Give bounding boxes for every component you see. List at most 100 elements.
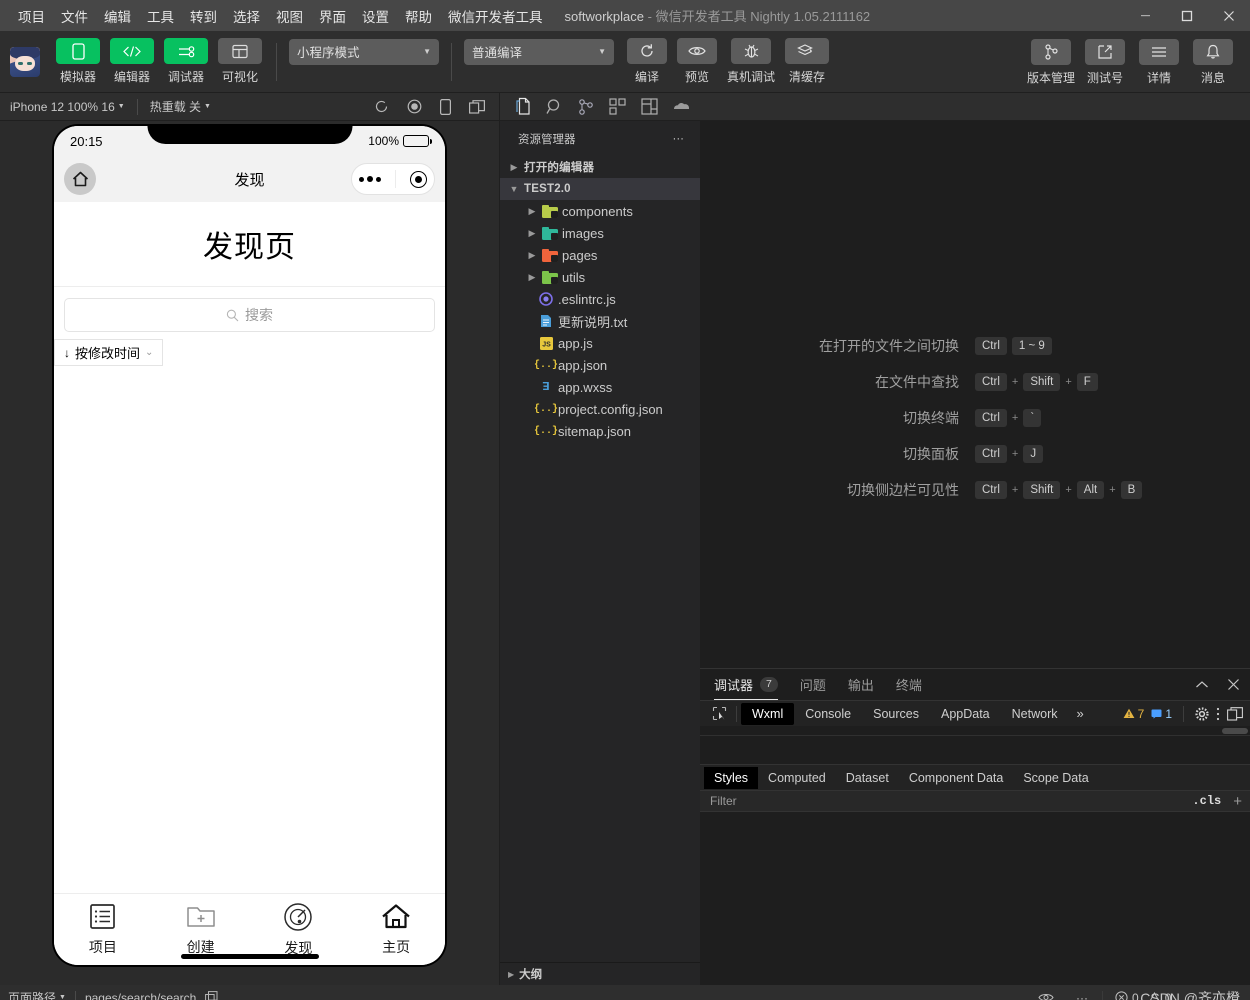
styles-filter-input[interactable]: Filter: [710, 794, 1192, 808]
menu-item-settings[interactable]: 设置: [354, 2, 397, 30]
info-count[interactable]: 1: [1151, 707, 1172, 721]
device-frame-icon[interactable]: [440, 98, 451, 115]
file-app-json[interactable]: {..} app.json: [500, 354, 700, 376]
menu-item-view[interactable]: 视图: [268, 2, 311, 30]
source-control-icon[interactable]: [578, 98, 595, 116]
explorer-more-icon[interactable]: ···: [673, 133, 685, 145]
gear-icon[interactable]: [1195, 706, 1209, 721]
more-dots-icon[interactable]: [359, 176, 381, 182]
editor-toggle-button[interactable]: 编辑器: [108, 38, 156, 85]
devtools-tab-network[interactable]: Network: [1001, 703, 1069, 725]
file-eslintrc[interactable]: .eslintrc.js: [500, 288, 700, 310]
shortcut-label: 在文件中查找: [875, 374, 959, 390]
more-vertical-icon[interactable]: [1216, 707, 1220, 721]
record-icon[interactable]: [407, 99, 422, 114]
hot-reload-select[interactable]: 热重载 关 ▼: [150, 98, 211, 115]
project-root-section[interactable]: ▼ TEST2.0: [500, 178, 700, 200]
menu-item-select[interactable]: 选择: [225, 2, 268, 30]
styles-tab-scope-data[interactable]: Scope Data: [1013, 767, 1098, 789]
home-button[interactable]: [64, 163, 96, 195]
minimize-button[interactable]: [1124, 0, 1166, 31]
folder-pages[interactable]: ▶ pages: [500, 244, 700, 266]
search-icon[interactable]: [546, 98, 564, 116]
real-device-debug-button[interactable]: 真机调试: [722, 38, 780, 85]
clear-cache-label: 清缓存: [788, 70, 825, 84]
add-style-rule-icon[interactable]: +: [1233, 793, 1250, 810]
compile-select[interactable]: 普通编译 ▼: [464, 38, 614, 65]
devtools-tab-wxml[interactable]: Wxml: [741, 702, 795, 725]
tab-discover[interactable]: 发现: [250, 902, 348, 958]
styles-tab-component-data[interactable]: Component Data: [899, 767, 1014, 789]
debugger-tab-terminal[interactable]: 终端: [896, 669, 922, 700]
menu-item-goto[interactable]: 转到: [182, 2, 225, 30]
simulator-toggle-button[interactable]: 模拟器: [54, 38, 102, 85]
folder-components[interactable]: ▶ components: [500, 200, 700, 222]
styles-tab-dataset[interactable]: Dataset: [836, 767, 899, 789]
debugger-toggle-button[interactable]: 调试器: [162, 38, 210, 85]
close-button[interactable]: [1208, 0, 1250, 31]
devtools-overflow-icon[interactable]: »: [1068, 706, 1091, 721]
search-input[interactable]: 搜索: [64, 298, 435, 332]
layout-icon[interactable]: [641, 98, 658, 115]
open-editors-section[interactable]: ▶ 打开的编辑器: [500, 156, 700, 178]
user-avatar[interactable]: [10, 46, 40, 77]
menu-item-file[interactable]: 文件: [53, 2, 96, 30]
close-mini-program-icon[interactable]: [410, 170, 427, 188]
device-select[interactable]: iPhone 12 100% 16 ▼: [10, 100, 125, 114]
status-more-icon[interactable]: ···: [1076, 991, 1088, 1000]
capsule-menu[interactable]: [351, 163, 435, 195]
menu-item-interface[interactable]: 界面: [311, 2, 354, 30]
version-control-button[interactable]: 版本管理: [1026, 39, 1076, 86]
details-button[interactable]: 详情: [1134, 39, 1184, 86]
dock-side-icon[interactable]: [1227, 706, 1243, 721]
cls-toggle[interactable]: .cls: [1192, 794, 1233, 808]
files-icon[interactable]: [508, 97, 532, 116]
devtools-tab-appdata[interactable]: AppData: [930, 703, 1001, 725]
copy-icon[interactable]: [205, 991, 218, 1000]
devtools-tab-sources[interactable]: Sources: [862, 703, 930, 725]
messages-button[interactable]: 消息: [1188, 39, 1238, 86]
file-update-notes[interactable]: 更新说明.txt: [500, 310, 700, 332]
styles-tab-computed[interactable]: Computed: [758, 767, 836, 789]
file-sitemap[interactable]: {..} sitemap.json: [500, 420, 700, 442]
error-count[interactable]: 0: [1115, 991, 1139, 1000]
tab-project[interactable]: 项目: [54, 902, 152, 957]
extensions-icon[interactable]: [609, 97, 627, 116]
preview-button[interactable]: 预览: [672, 38, 722, 85]
debugger-tab-debugger[interactable]: 调试器 7: [714, 669, 778, 700]
menu-item-project[interactable]: 项目: [10, 2, 53, 30]
mode-select[interactable]: 小程序模式 ▼: [289, 38, 439, 65]
page-path-dropdown[interactable]: 页面路径 ▼: [8, 989, 66, 1000]
devtools-tab-console[interactable]: Console: [794, 703, 862, 725]
file-app-wxss[interactable]: Ǝ app.wxss: [500, 376, 700, 398]
compile-button[interactable]: 编译: [622, 38, 672, 85]
menu-item-help[interactable]: 帮助: [397, 2, 440, 30]
collapse-panel-icon[interactable]: [1195, 680, 1209, 690]
folder-images[interactable]: ▶ images: [500, 222, 700, 244]
debugger-tab-problems[interactable]: 问题: [800, 669, 826, 700]
file-project-config[interactable]: {..} project.config.json: [500, 398, 700, 420]
outline-section[interactable]: ▶ 大纲: [500, 963, 700, 985]
file-app-js[interactable]: JS app.js: [500, 332, 700, 354]
inspect-element-icon[interactable]: [706, 706, 732, 721]
clear-cache-button[interactable]: 清缓存: [780, 38, 834, 85]
wxml-tree-scrollbar[interactable]: [700, 726, 1250, 736]
eye-icon[interactable]: [1038, 992, 1054, 1000]
sort-dropdown[interactable]: ↓ 按修改时间 ⌄: [54, 339, 164, 366]
menu-item-devtools[interactable]: 微信开发者工具: [440, 2, 551, 30]
rotate-icon[interactable]: [374, 99, 389, 114]
cloud-icon[interactable]: [672, 100, 691, 114]
folder-utils[interactable]: ▶ utils: [500, 266, 700, 288]
detach-window-icon[interactable]: [469, 99, 485, 114]
maximize-button[interactable]: [1166, 0, 1208, 31]
warning-count[interactable]: 7: [1123, 707, 1144, 721]
debugger-tab-output[interactable]: 输出: [848, 669, 874, 700]
close-panel-icon[interactable]: [1227, 678, 1240, 691]
test-account-button[interactable]: 测试号: [1080, 39, 1130, 86]
menu-item-edit[interactable]: 编辑: [96, 2, 139, 30]
visualization-toggle-button[interactable]: 可视化: [216, 38, 264, 85]
tab-create[interactable]: 创建: [152, 902, 250, 957]
menu-item-tools[interactable]: 工具: [139, 2, 182, 30]
styles-tab-styles[interactable]: Styles: [704, 766, 759, 789]
tab-home[interactable]: 主页: [347, 902, 445, 957]
